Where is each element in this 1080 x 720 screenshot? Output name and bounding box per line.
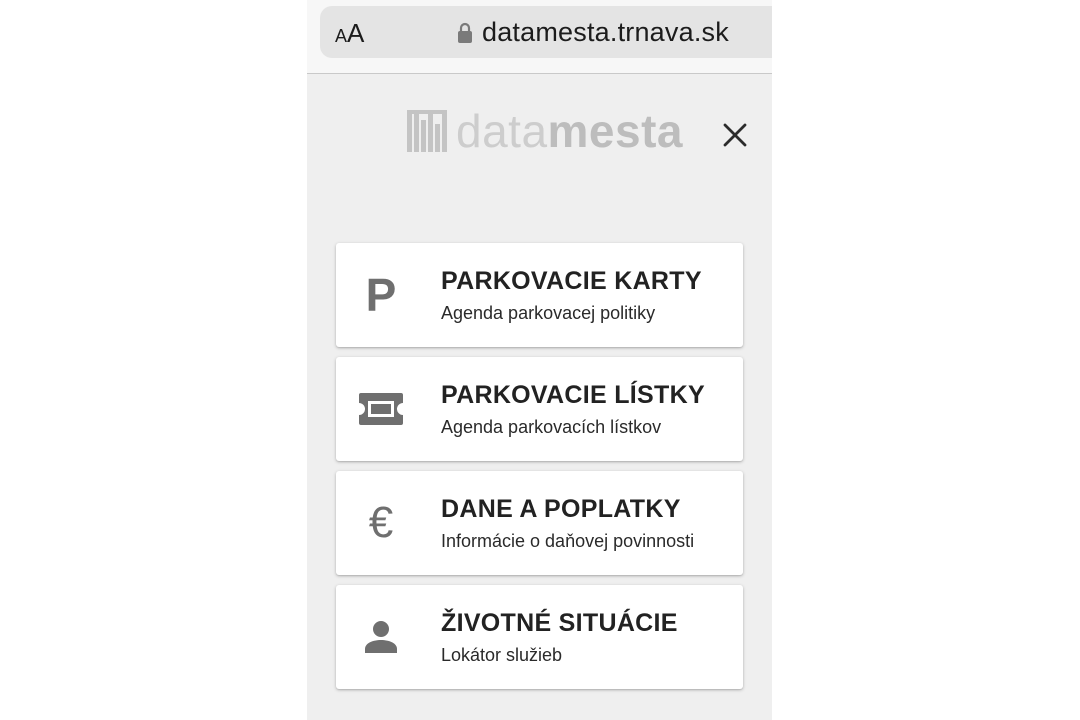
menu-item-subtitle: Agenda parkovacích lístkov [441,417,662,437]
parking-p-icon: P [356,268,406,322]
menu-item-title: DANE A POPLATKY [441,495,681,523]
euro-icon: € [356,496,406,550]
menu-item-title: ŽIVOTNÉ SITUÁCIE [441,609,678,637]
mobile-viewport: AA datamesta.trnava.sk datamesta P PARKO… [307,0,772,720]
menu-item-subtitle: Informácie o daňovej povinnosti [441,531,695,551]
menu-item-dane-a-poplatky[interactable]: € DANE A POPLATKY Informácie o daňovej p… [336,471,743,575]
lock-icon [458,22,472,43]
menu-item-title: PARKOVACIE LÍSTKY [441,381,705,409]
menu-item-title: PARKOVACIE KARTY [441,267,702,295]
browser-address-bar: AA datamesta.trnava.sk [307,0,772,74]
text-size-small-label: A [335,26,348,46]
ticket-icon [356,382,406,436]
menu-item-parkovacie-listky[interactable]: PARKOVACIE LÍSTKY Agenda parkovacích lís… [336,357,743,461]
menu-item-subtitle: Lokátor služieb [441,645,563,665]
person-icon [356,610,406,664]
url-field[interactable]: AA datamesta.trnava.sk [320,6,772,58]
menu-item-parkovacie-karty[interactable]: P PARKOVACIE KARTY Agenda parkovacej pol… [336,243,743,347]
text-size-button[interactable]: AA [335,18,364,49]
logo-wordmark: datamesta [456,108,683,154]
main-menu: P PARKOVACIE KARTY Agenda parkovacej pol… [336,243,743,699]
menu-item-subtitle: Agenda parkovacej politiky [441,303,656,323]
menu-item-zivotne-situacie[interactable]: ŽIVOTNÉ SITUÁCIE Lokátor služieb [336,585,743,689]
parking-p-glyph: P [365,269,397,321]
url-text: datamesta.trnava.sk [482,17,729,47]
euro-glyph: € [368,498,394,547]
datamesta-logo[interactable]: datamesta [407,106,683,156]
logo-text-light: data [456,105,548,157]
logo-text-bold: mesta [547,105,683,157]
logo-mark-icon [407,110,447,152]
person-icon-graphic [365,621,397,653]
ticket-icon-graphic [359,393,403,425]
close-icon[interactable] [720,120,750,150]
text-size-large-label: A [347,18,365,48]
